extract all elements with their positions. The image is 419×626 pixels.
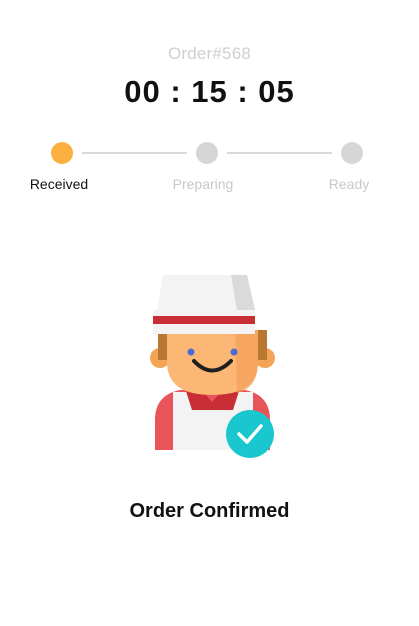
step-preparing-dot xyxy=(196,142,218,164)
step-line-1 xyxy=(82,152,187,154)
order-timer: 00 : 15 : 05 xyxy=(124,74,295,109)
step-ready-label: Ready xyxy=(328,176,370,192)
step-preparing-label: Preparing xyxy=(172,176,234,192)
order-confirmed-title: Order Confirmed xyxy=(129,500,290,522)
order-number: Order#568 xyxy=(167,44,252,63)
check-circle-icon xyxy=(226,410,274,458)
order-progress-tracker: Received Preparing Ready xyxy=(0,142,419,202)
step-line-2 xyxy=(227,152,332,154)
step-ready-dot xyxy=(341,142,363,164)
step-received-label: Received xyxy=(29,176,89,192)
step-received-dot xyxy=(51,142,73,164)
chef-illustration xyxy=(145,270,280,462)
